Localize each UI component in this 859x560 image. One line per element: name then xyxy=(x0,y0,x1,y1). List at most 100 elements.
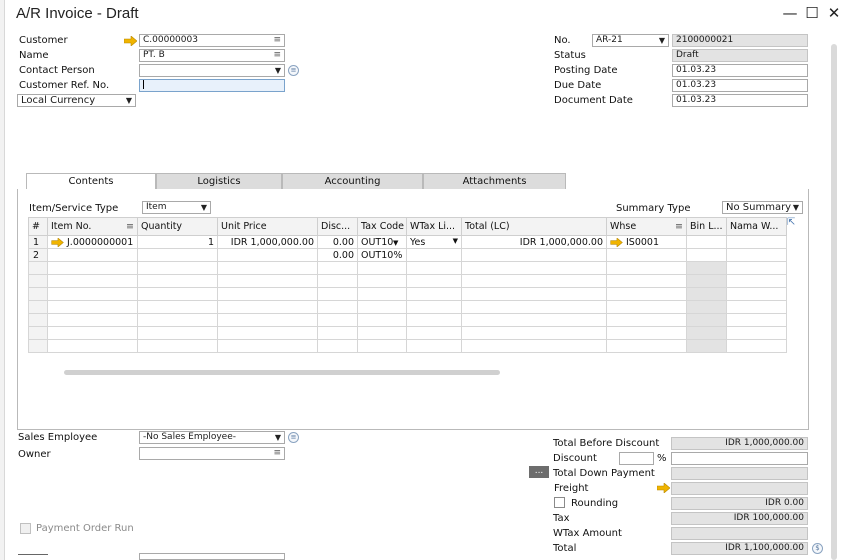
unit-price-cell[interactable] xyxy=(217,248,318,262)
minimize-button[interactable]: — xyxy=(781,4,799,22)
close-button[interactable]: ✕ xyxy=(825,4,843,22)
currency-value: Local Currency xyxy=(21,95,96,106)
col-tax-code[interactable]: Tax Code xyxy=(357,217,407,236)
horizontal-scrollbar[interactable] xyxy=(64,370,500,375)
table-row[interactable]: 1 J.0000000001 1 IDR 1,000,000.00 0.00 O… xyxy=(28,235,787,249)
unit-price-cell[interactable]: IDR 1,000,000.00 xyxy=(217,235,318,249)
nama-cell[interactable] xyxy=(726,235,787,249)
wtax-cell[interactable]: Yes ▼ xyxy=(406,235,462,249)
maximize-button[interactable]: ☐ xyxy=(803,4,821,22)
cut-off-label xyxy=(18,554,48,560)
chevron-down-icon: ▼ xyxy=(452,236,458,245)
down-payment-button[interactable]: ... xyxy=(529,466,549,478)
col-whse-label: Whse xyxy=(610,221,637,232)
discount-amount-input[interactable] xyxy=(671,452,808,465)
col-quantity[interactable]: Quantity xyxy=(137,217,218,236)
expand-grid-icon[interactable]: ⇱ xyxy=(787,217,795,228)
series-dropdown[interactable]: AR-21 ▼ xyxy=(592,34,669,47)
whse-cell[interactable] xyxy=(606,248,687,262)
no-label: No. xyxy=(554,35,571,46)
empty-row xyxy=(28,326,787,340)
total-cell[interactable] xyxy=(461,248,607,262)
window-title: A/R Invoice - Draft xyxy=(16,5,139,22)
quantity-cell[interactable]: 1 xyxy=(137,235,218,249)
name-label: Name xyxy=(19,50,49,61)
total-before-discount-field: IDR 1,000,000.00 xyxy=(671,437,808,450)
document-number-field: 2100000021 xyxy=(672,34,808,47)
link-arrow-icon[interactable] xyxy=(657,483,670,493)
due-date-input[interactable]: 01.03.23 xyxy=(672,79,808,92)
link-arrow-icon[interactable] xyxy=(610,236,623,248)
total-detail-icon[interactable]: $ xyxy=(812,543,823,554)
col-wtax-liable[interactable]: WTax Li... xyxy=(406,217,462,236)
list-icon[interactable]: ≡ xyxy=(273,448,281,459)
link-arrow-icon[interactable] xyxy=(51,236,64,248)
col-whse[interactable]: Whse ≡ xyxy=(606,217,687,236)
col-item-no-label: Item No. xyxy=(51,221,92,232)
tax-code-cell[interactable]: OUT10% xyxy=(357,248,407,262)
discount-cell[interactable]: 0.00 xyxy=(317,235,358,249)
document-date-input[interactable]: 01.03.23 xyxy=(672,94,808,107)
item-no-cell[interactable] xyxy=(47,248,138,262)
payment-order-run-checkbox[interactable] xyxy=(20,523,31,534)
owner-field[interactable]: ≡ xyxy=(139,447,285,460)
freight-label: Freight xyxy=(554,483,589,494)
rounding-checkbox[interactable] xyxy=(554,497,565,508)
col-bin-location[interactable]: Bin L... xyxy=(686,217,727,236)
tab-logistics[interactable]: Logistics xyxy=(156,173,282,190)
tab-accounting[interactable]: Accounting xyxy=(282,173,423,190)
tax-label: Tax xyxy=(553,513,570,524)
rounding-field: IDR 0.00 xyxy=(671,497,808,510)
table-row[interactable]: 2 0.00 OUT10% xyxy=(28,248,787,262)
col-item-no[interactable]: Item No. ≡ xyxy=(47,217,138,236)
item-service-type-dropdown[interactable]: Item ▼ xyxy=(142,201,211,214)
tax-code-cell[interactable]: OUT10%▼ xyxy=(357,235,407,249)
vertical-scrollbar[interactable] xyxy=(831,44,837,560)
total-field: IDR 1,100,000.00 xyxy=(671,542,808,555)
currency-dropdown[interactable]: Local Currency ▼ xyxy=(17,94,136,107)
wtax-cell[interactable] xyxy=(406,248,462,262)
name-field[interactable]: PT. B ≡ xyxy=(139,49,285,62)
empty-row xyxy=(28,313,787,327)
customer-ref-label: Customer Ref. No. xyxy=(19,80,110,91)
col-total-lc[interactable]: Total (LC) xyxy=(461,217,607,236)
col-nama-warehouse[interactable]: Nama W... xyxy=(726,217,787,236)
chevron-down-icon: ▼ xyxy=(200,203,207,212)
empty-row xyxy=(28,287,787,301)
nama-cell[interactable] xyxy=(726,248,787,262)
tax-field: IDR 100,000.00 xyxy=(671,512,808,525)
discount-percent-input[interactable] xyxy=(619,452,654,465)
link-arrow-icon[interactable] xyxy=(124,36,137,46)
list-icon[interactable]: ≡ xyxy=(273,35,281,46)
posting-date-input[interactable]: 01.03.23 xyxy=(672,64,808,77)
bin-cell[interactable] xyxy=(686,235,727,249)
total-down-payment-field xyxy=(671,467,808,480)
tab-attachments[interactable]: Attachments xyxy=(423,173,566,190)
payment-order-run-label: Payment Order Run xyxy=(36,523,134,534)
quantity-cell[interactable] xyxy=(137,248,218,262)
whse-cell[interactable]: IS0001 xyxy=(606,235,687,249)
cut-off-field[interactable] xyxy=(139,553,285,560)
sales-employee-dropdown[interactable]: -No Sales Employee- ▼ xyxy=(139,431,285,444)
summary-type-dropdown[interactable]: No Summary ▼ xyxy=(722,201,803,214)
customer-label: Customer xyxy=(19,35,68,46)
item-no-cell[interactable]: J.0000000001 xyxy=(47,235,138,249)
customer-ref-input[interactable] xyxy=(139,79,285,92)
tab-contents[interactable]: Contents xyxy=(26,173,156,190)
col-unit-price[interactable]: Unit Price xyxy=(217,217,318,236)
employee-detail-icon[interactable]: ≡ xyxy=(288,432,299,443)
col-discount[interactable]: Disc... xyxy=(317,217,358,236)
list-icon[interactable]: ≡ xyxy=(273,50,281,61)
total-label: Total xyxy=(553,543,577,554)
chevron-down-icon: ▼ xyxy=(274,433,281,442)
owner-label: Owner xyxy=(18,449,51,460)
customer-field[interactable]: C.00000003 ≡ xyxy=(139,34,285,47)
contact-detail-icon[interactable]: ≡ xyxy=(288,65,299,76)
total-cell[interactable]: IDR 1,000,000.00 xyxy=(461,235,607,249)
contact-person-dropdown[interactable]: ▼ xyxy=(139,64,285,77)
summary-type-value: No Summary xyxy=(726,202,792,213)
bin-cell[interactable] xyxy=(686,248,727,262)
total-down-payment-label: Total Down Payment xyxy=(553,468,655,479)
discount-cell[interactable]: 0.00 xyxy=(317,248,358,262)
chevron-down-icon: ▼ xyxy=(125,96,132,105)
